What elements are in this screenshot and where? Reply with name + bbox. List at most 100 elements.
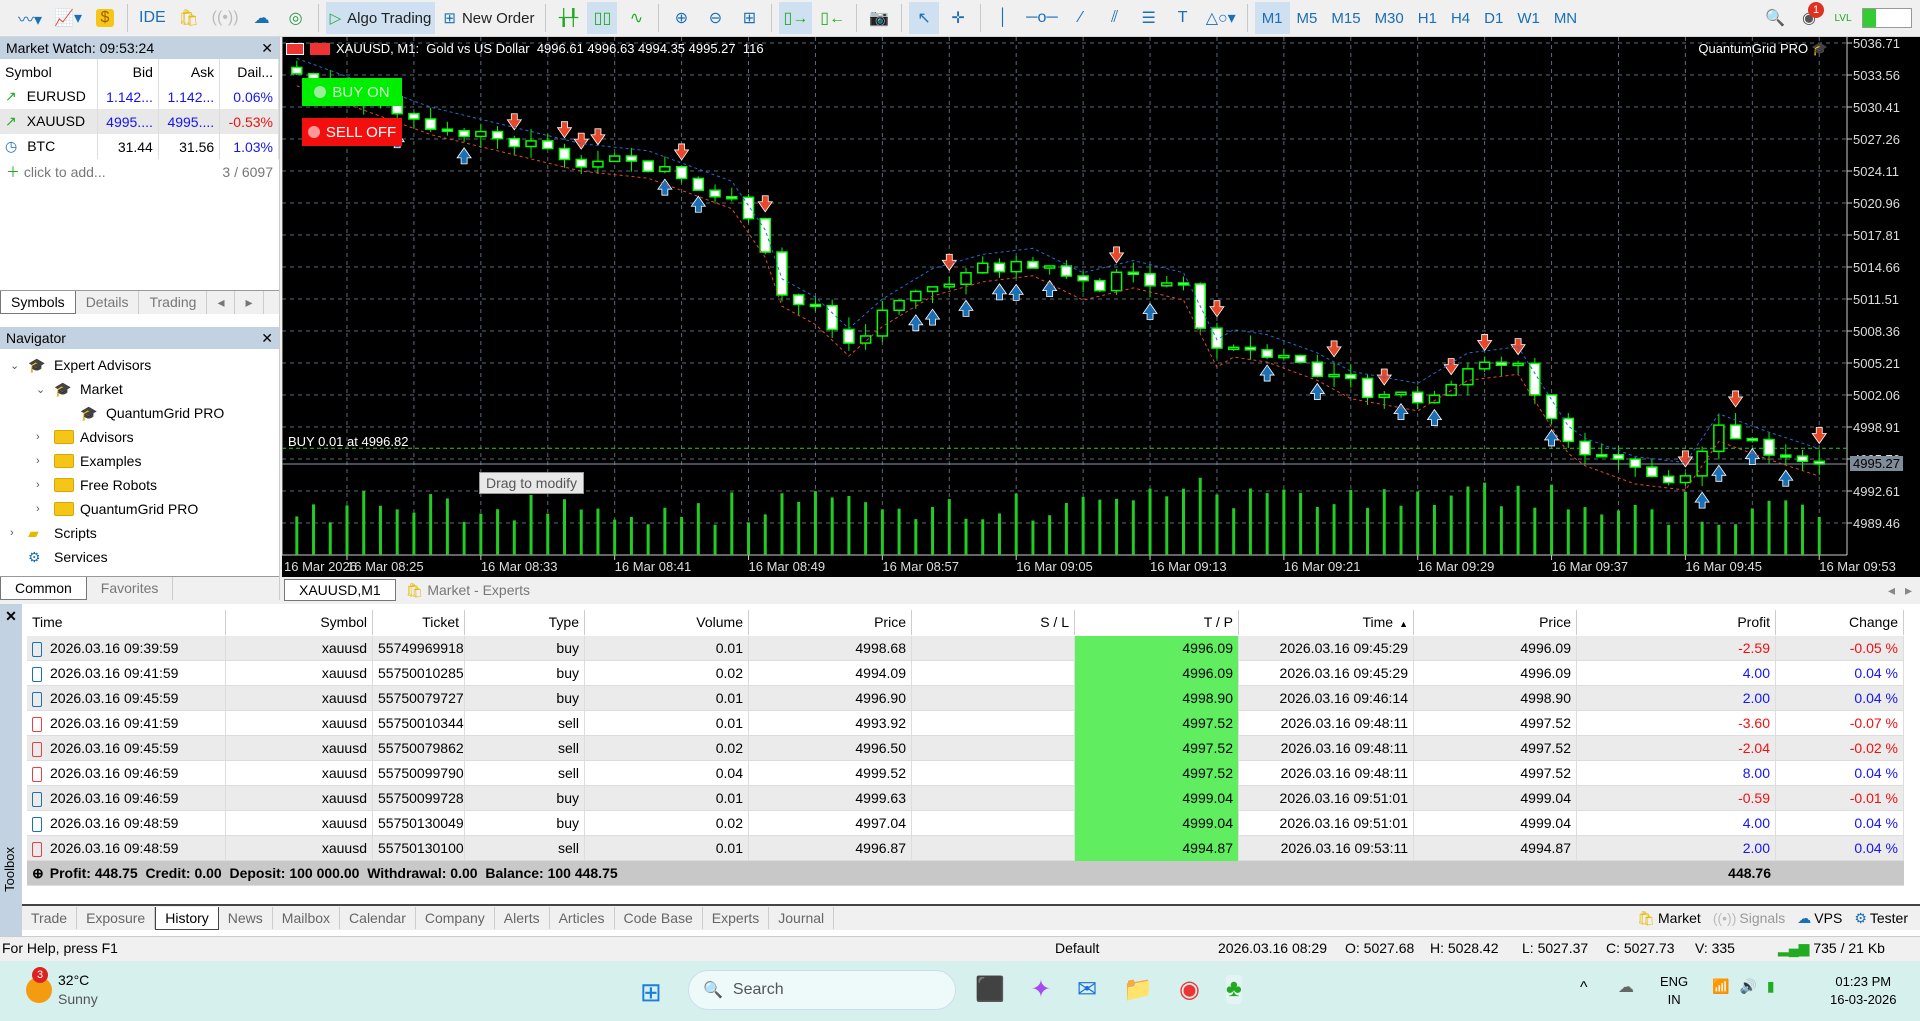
history-row[interactable]: 2026.03.16 09:48:59 xauusd 55750130100 sell… — [27, 836, 1904, 861]
timeframe-d1[interactable]: D1 — [1477, 2, 1510, 34]
column-header[interactable]: S / L — [912, 610, 1075, 635]
indicators-button[interactable]: 📈▾ — [50, 2, 86, 34]
chart-tab-xauusd[interactable]: XAUUSD,M1 — [284, 579, 396, 601]
symbol-row[interactable]: ↗ EURUSD 1.142... 1.142... 0.06% — [0, 84, 279, 109]
tab-symbols[interactable]: Symbols — [0, 291, 76, 314]
one-click-trading-icon[interactable] — [310, 42, 330, 55]
search-button[interactable]: 🔍 — [1760, 2, 1790, 34]
symbol-row[interactable]: ↗ XAUUSD 4995.... 4995.... -0.53% — [0, 109, 279, 134]
chart-type-button[interactable]: 〰▾ — [14, 2, 46, 34]
navigator-item[interactable]: › Examples — [0, 449, 279, 473]
column-header[interactable]: Volume — [585, 610, 749, 635]
signals-button[interactable]: ((•)) Signals — [1713, 910, 1785, 926]
tab-trade[interactable]: Trade — [22, 907, 78, 929]
market-button[interactable]: 🛍 Market — [1637, 910, 1701, 927]
expand-icon[interactable]: ⊕ — [32, 865, 44, 881]
tab-history[interactable]: History — [155, 906, 219, 930]
tab-code-base[interactable]: Code Base — [615, 907, 703, 929]
vps-button[interactable]: ☁ VPS — [1797, 910, 1842, 927]
text-button[interactable]: T — [1168, 2, 1198, 34]
history-row[interactable]: 2026.03.16 09:39:59 xauusd 55749969918 buy 0… — [27, 636, 1904, 661]
tab-common[interactable]: Common — [0, 577, 87, 600]
level-button[interactable]: LVL — [1828, 2, 1858, 34]
community-button[interactable]: ◎ — [281, 2, 311, 34]
crosshair-button[interactable]: ✛ — [943, 2, 973, 34]
close-icon[interactable]: ✕ — [0, 608, 22, 625]
column-header[interactable]: T / P — [1075, 610, 1239, 635]
column-header[interactable]: Change — [1776, 610, 1904, 635]
file-explorer-icon[interactable]: 📁 — [1123, 975, 1153, 1004]
ide-button[interactable]: IDE — [135, 2, 170, 34]
price-chart[interactable]: 5036.71 5033.56 5030.41 5027.26 5024.11 5020.… — [279, 36, 1920, 577]
zoom-in-button[interactable]: ⊕ — [666, 2, 696, 34]
terminal-app-icon[interactable]: ⬛ — [975, 975, 1005, 1004]
scroll-left-button[interactable]: ◂ — [1888, 582, 1895, 599]
tab-trading[interactable]: Trading — [139, 291, 208, 314]
line-button[interactable]: ∿ — [621, 2, 651, 34]
timeframe-h4[interactable]: H4 — [1444, 2, 1477, 34]
navigator-item[interactable]: ⌄ 🎓 Market — [0, 377, 279, 401]
column-symbol[interactable]: Symbol — [0, 59, 98, 84]
tab-alerts[interactable]: Alerts — [495, 907, 550, 929]
column-ask[interactable]: Ask — [158, 59, 221, 84]
candlestick-button[interactable]: ▯▯ — [587, 2, 618, 34]
fibonacci-button[interactable]: ☰ — [1134, 2, 1164, 34]
system-tray[interactable]: 📶 🔊 ▮ — [1712, 978, 1775, 995]
deposit-button[interactable]: $ — [90, 2, 120, 34]
weather-widget[interactable]: 3 32°C Sunny — [26, 967, 98, 1009]
position-line-label[interactable]: BUY 0.01 at 4996.82 — [288, 434, 408, 449]
history-row[interactable]: 2026.03.16 09:41:59 xauusd 55750010344 sell… — [27, 711, 1904, 736]
navigator-item[interactable]: 🎓 QuantumGrid PRO — [0, 401, 279, 425]
tab-experts[interactable]: Experts — [703, 907, 770, 929]
tester-button[interactable]: ⚙ Tester — [1854, 910, 1908, 927]
trendline-button[interactable]: ⁄ — [1066, 2, 1096, 34]
tab-articles[interactable]: Articles — [550, 907, 615, 929]
navigator-item[interactable]: › Advisors — [0, 425, 279, 449]
screenshot-button[interactable]: 📷 — [864, 2, 894, 34]
chevron-right-icon[interactable]: › — [36, 431, 48, 443]
chrome-icon[interactable]: ◉ — [1179, 975, 1200, 1004]
cursor-button[interactable]: ↖ — [909, 2, 940, 34]
language-indicator[interactable]: ENG IN — [1660, 973, 1688, 1009]
tab-favorites[interactable]: Favorites — [87, 577, 174, 600]
column-header[interactable]: Time ▲ — [1239, 610, 1414, 635]
vps-button[interactable]: ☁ — [247, 2, 277, 34]
timeframe-w1[interactable]: W1 — [1510, 2, 1547, 34]
close-icon[interactable]: ✕ — [261, 40, 273, 57]
tile-windows-button[interactable]: ⊞ — [734, 2, 764, 34]
outlook-icon[interactable]: ✉ — [1077, 975, 1097, 1004]
onedrive-icon[interactable]: ☁ — [1618, 977, 1634, 997]
history-row[interactable]: 2026.03.16 09:46:59 xauusd 55750099790 sell… — [27, 761, 1904, 786]
timeframe-h1[interactable]: H1 — [1411, 2, 1444, 34]
chevron-right-icon[interactable]: › — [36, 455, 48, 467]
timeframe-m15[interactable]: M15 — [1324, 2, 1367, 34]
timeframe-mn[interactable]: MN — [1547, 2, 1584, 34]
history-row[interactable]: 2026.03.16 09:41:59 xauusd 55750010285 buy 0… — [27, 661, 1904, 686]
tab-details[interactable]: Details — [76, 291, 140, 314]
history-row[interactable]: 2026.03.16 09:45:59 xauusd 55750079862 sell… — [27, 736, 1904, 761]
chevron-down-icon[interactable]: ⌄ — [36, 383, 48, 396]
column-header[interactable]: Profit — [1577, 610, 1776, 635]
tab-mailbox[interactable]: Mailbox — [273, 907, 341, 929]
horizontal-line-button[interactable]: ─o─ — [1022, 2, 1062, 34]
timeframe-m5[interactable]: M5 — [1290, 2, 1325, 34]
navigator-item[interactable]: ⌄ 🎓 Expert Advisors — [0, 353, 279, 377]
history-row[interactable]: 2026.03.16 09:48:59 xauusd 55750130049 buy 0… — [27, 811, 1904, 836]
show-hidden-icons[interactable]: ^ — [1580, 979, 1588, 997]
search-box[interactable]: 🔍 Search — [688, 970, 956, 1010]
navigator-item[interactable]: › ▰ Scripts — [0, 521, 279, 545]
profile-name[interactable]: Default — [1055, 940, 1099, 956]
tab-journal[interactable]: Journal — [769, 907, 835, 929]
scroll-right-button[interactable]: ▸ — [1905, 582, 1912, 599]
start-button[interactable]: ⊞ — [640, 977, 662, 1008]
column-header[interactable]: Time — [27, 610, 226, 635]
tab-company[interactable]: Company — [416, 907, 495, 929]
algo-trading-button[interactable]: ▷ Algo Trading — [325, 2, 436, 34]
history-row[interactable]: 2026.03.16 09:46:59 xauusd 55750099728 buy 0… — [27, 786, 1904, 811]
scroll-left-button[interactable]: ◂ — [207, 291, 236, 314]
chart-canvas[interactable]: 5036.71 5033.56 5030.41 5027.26 5024.11 5020.… — [279, 36, 1920, 577]
channel-button[interactable]: ⫽ — [1100, 2, 1130, 34]
bar-chart-button[interactable]: ╁╀ — [553, 2, 583, 34]
sell-off-button[interactable]: SELL OFF — [302, 118, 402, 146]
scroll-right-button[interactable]: ▸ — [235, 291, 264, 314]
